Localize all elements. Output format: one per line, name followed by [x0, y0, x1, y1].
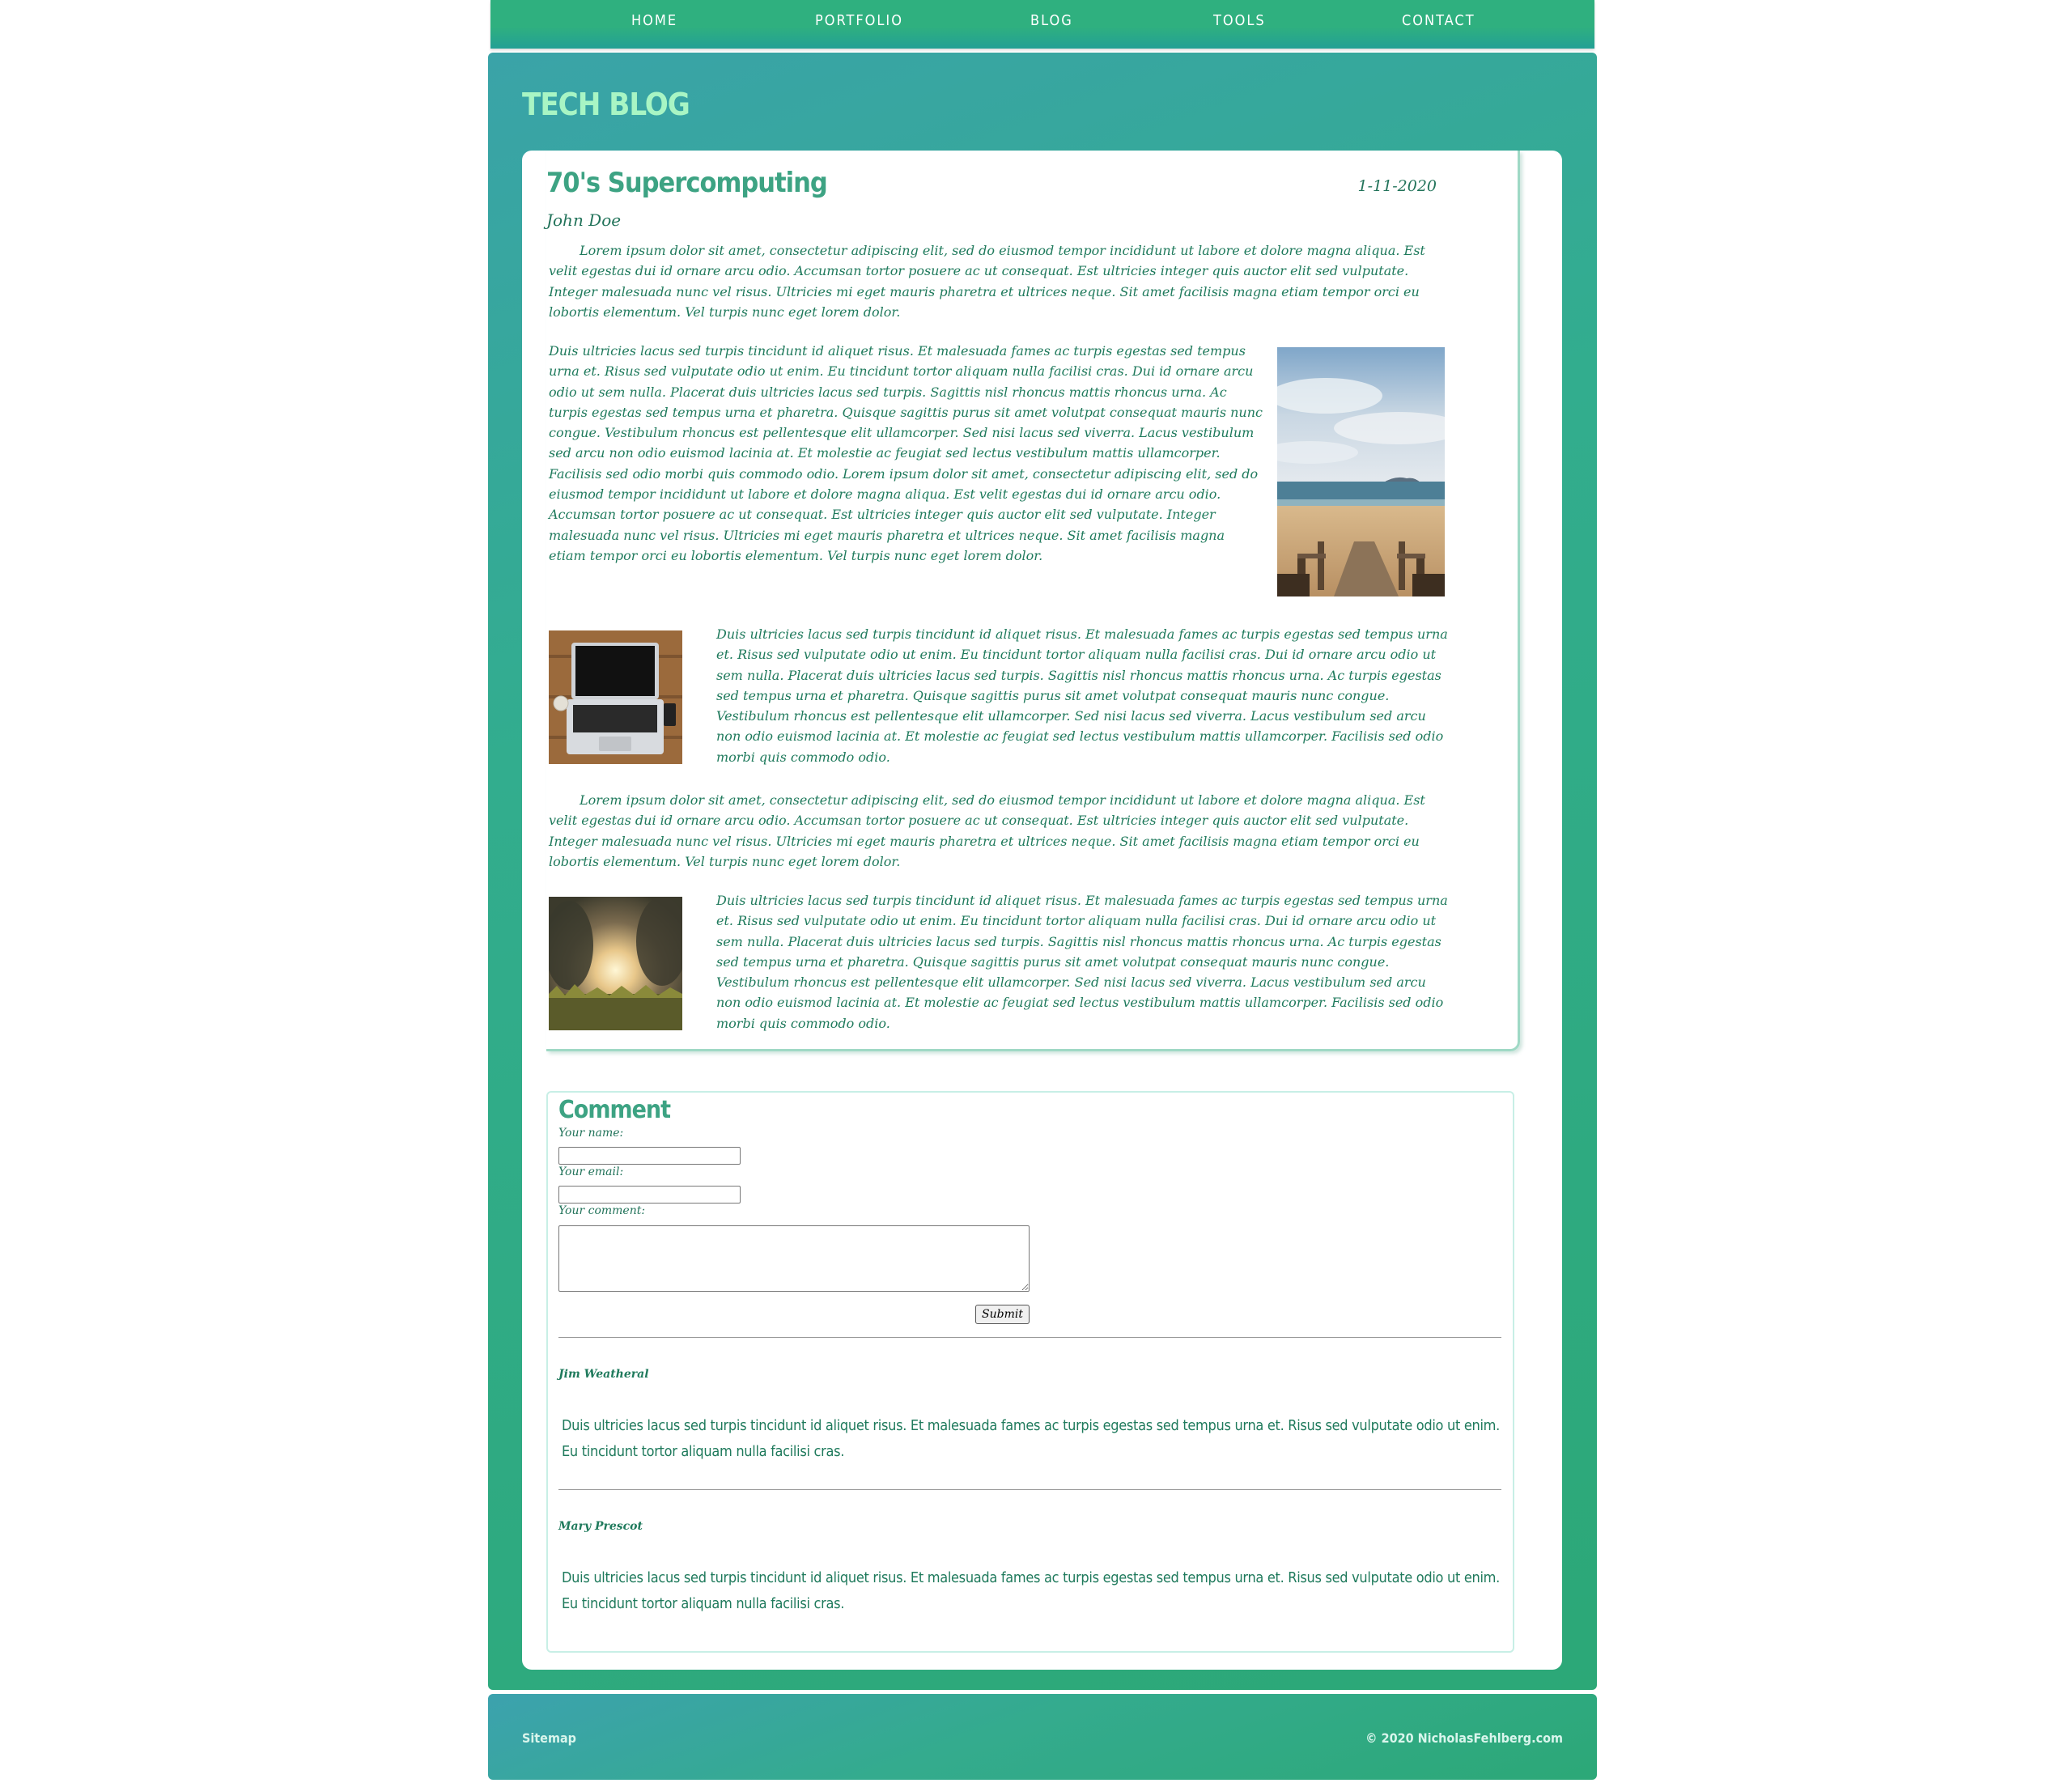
post-date: 1-11-2020: [1357, 177, 1437, 195]
nav-item-contact[interactable]: CONTACT: [1402, 12, 1475, 29]
comment-heading: Comment: [558, 1096, 671, 1124]
main-content: TECH BLOG 70's Supercomputing 1-11-2020 …: [488, 53, 1597, 1690]
nav-item-portfolio[interactable]: PORTFOLIO: [815, 12, 903, 29]
beach-boardwalk-photo: [1277, 347, 1445, 596]
post-author: John Doe: [546, 210, 622, 230]
divider: [558, 1489, 1501, 1490]
name-label: Your name:: [558, 1127, 624, 1140]
nav-item-blog[interactable]: BLOG: [1030, 12, 1073, 29]
comment-text: Duis ultricies lacus sed turpis tincidun…: [562, 1417, 1500, 1460]
comment-author: Mary Prescot: [558, 1520, 643, 1533]
name-input[interactable]: [558, 1147, 741, 1165]
comment-textarea[interactable]: [558, 1225, 1030, 1292]
copyright-text: © 2020 NicholasFehlberg.com: [1365, 1730, 1563, 1746]
sitemap-link[interactable]: Sitemap: [522, 1730, 576, 1746]
post-title: 70's Supercomputing: [546, 167, 828, 199]
laptop-on-desk-photo: [549, 630, 682, 764]
post-paragraph: Duis ultricies lacus sed turpis tincidun…: [716, 626, 1448, 765]
post-paragraph: Duis ultricies lacus sed turpis tincidun…: [549, 343, 1263, 563]
comment-author: Jim Weatheral: [558, 1368, 649, 1381]
email-input[interactable]: [558, 1186, 741, 1204]
site-footer: Sitemap © 2020 NicholasFehlberg.com: [488, 1694, 1597, 1780]
nav-item-home[interactable]: HOME: [631, 12, 677, 29]
sunset-field-photo: [549, 897, 682, 1030]
post-paragraph: Duis ultricies lacus sed turpis tincidun…: [716, 893, 1448, 1031]
blog-post: 70's Supercomputing 1-11-2020 John Doe L…: [546, 151, 1520, 1051]
email-label: Your email:: [558, 1165, 624, 1178]
post-paragraph: Lorem ipsum dolor sit amet, consectetur …: [549, 243, 1425, 320]
nav-item-tools[interactable]: TOOLS: [1213, 12, 1266, 29]
divider: [558, 1337, 1501, 1338]
post-paragraph: Lorem ipsum dolor sit amet, consectetur …: [549, 792, 1425, 869]
content-panel: 70's Supercomputing 1-11-2020 John Doe L…: [522, 151, 1562, 1670]
comment-text: Duis ultricies lacus sed turpis tincidun…: [562, 1569, 1500, 1612]
comment-label: Your comment:: [558, 1204, 646, 1217]
comment-section: Comment Your name: Your email: Your comm…: [546, 1091, 1514, 1653]
top-nav-bar: HOME PORTFOLIO BLOG TOOLS CONTACT: [490, 0, 1594, 49]
submit-button[interactable]: Submit: [975, 1305, 1030, 1324]
site-title: TECH BLOG: [522, 87, 690, 122]
